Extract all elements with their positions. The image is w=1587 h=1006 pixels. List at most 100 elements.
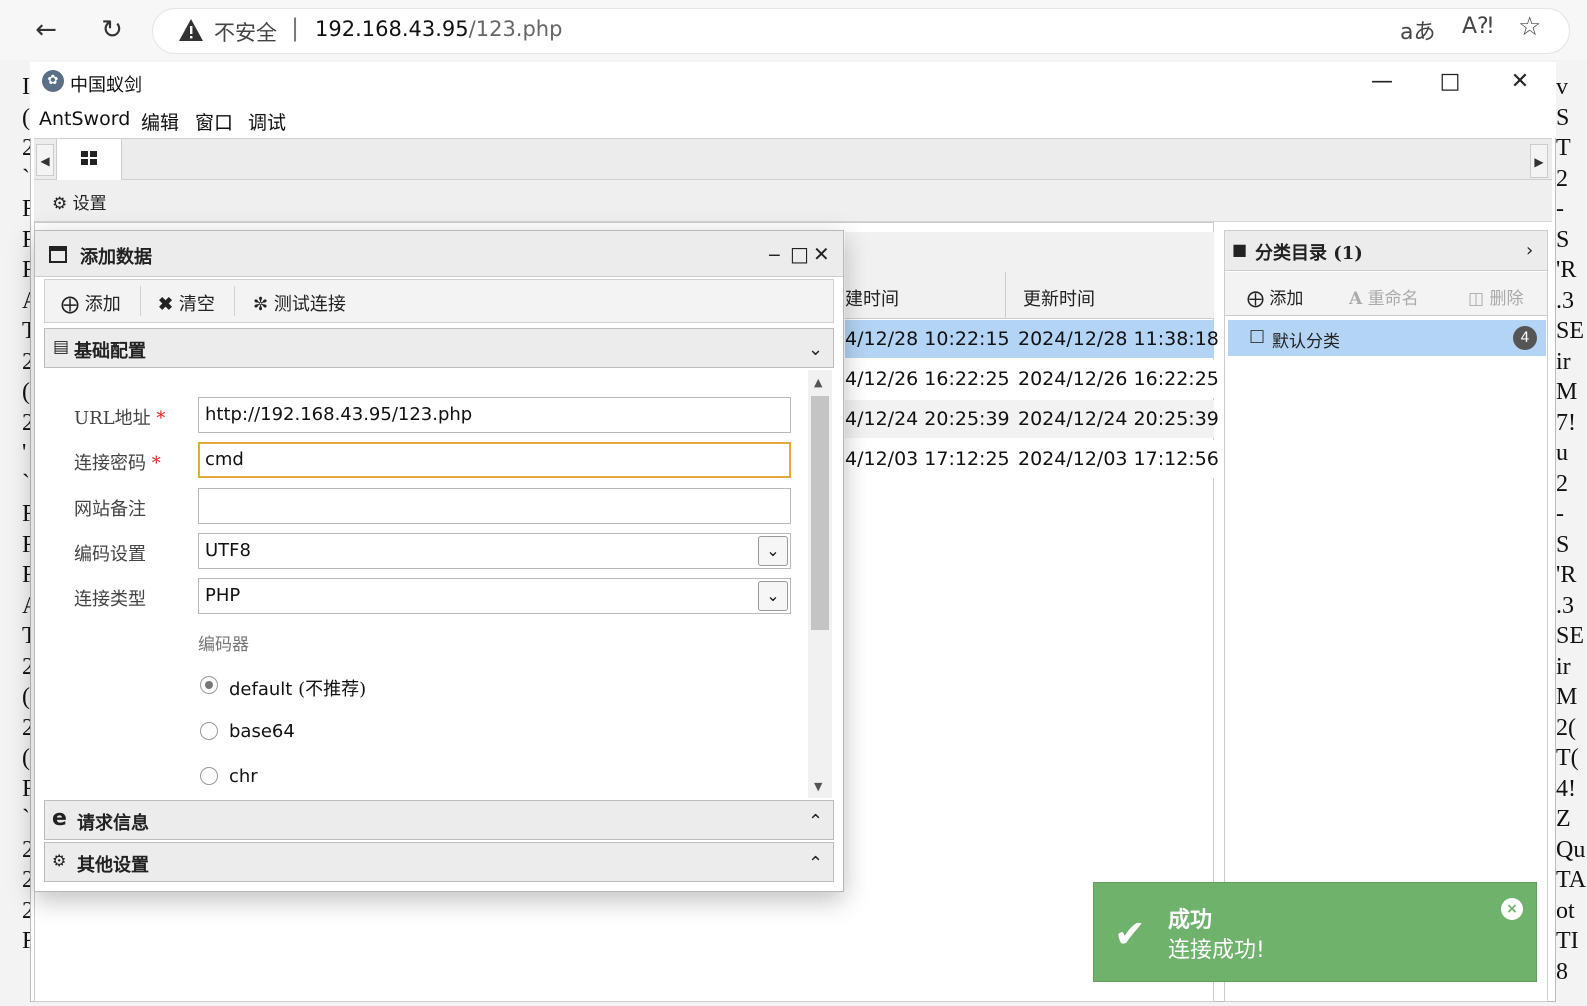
- section-basic-title: 基础配置: [74, 341, 146, 362]
- background-text-line: S: [1556, 226, 1570, 253]
- background-text-line: ir: [1556, 348, 1571, 375]
- encoder-base64-label[interactable]: base64: [229, 721, 295, 742]
- background-text-line: TI: [1556, 928, 1579, 954]
- note-input[interactable]: [198, 488, 791, 524]
- chevron-down-icon[interactable]: ⌄: [758, 536, 788, 566]
- category-add-label: 添加: [1269, 289, 1304, 309]
- background-text-line: .3: [1556, 287, 1574, 314]
- dialog-minimize-icon[interactable]: ‒: [768, 242, 781, 266]
- chevron-up-icon[interactable]: ⌃: [808, 853, 823, 874]
- url-input[interactable]: http://192.168.43.95/123.php: [198, 397, 791, 433]
- toast-close-icon[interactable]: ×: [1501, 898, 1523, 920]
- dialog-close-icon[interactable]: ✕: [813, 242, 830, 266]
- toast-title: 成功: [1168, 908, 1213, 933]
- background-text-line: M: [1556, 684, 1578, 710]
- background-text-line: 7!: [1556, 409, 1576, 436]
- grid-panel-header: [845, 232, 1214, 273]
- section-basic-config[interactable]: [44, 328, 834, 368]
- encoder-chr-label[interactable]: chr: [229, 766, 258, 787]
- scrollbar-thumb[interactable]: [811, 396, 829, 630]
- grid-icon: [81, 151, 97, 165]
- scroll-down-icon[interactable]: ▼: [814, 780, 822, 793]
- encoding-select[interactable]: UTF8: [198, 533, 791, 569]
- encoding-label: 编码设置: [74, 544, 146, 565]
- toast-message: 连接成功!: [1168, 938, 1265, 963]
- reload-icon[interactable]: ↻: [94, 12, 130, 48]
- menu-antsword[interactable]: AntSword: [39, 108, 130, 130]
- type-label: 连接类型: [74, 589, 146, 610]
- dialog-clear-button[interactable]: ✖ 清空: [158, 290, 215, 316]
- main-toolbar: [34, 180, 1552, 222]
- encoder-default-label[interactable]: default (不推荐): [229, 675, 366, 701]
- table-row[interactable]: 4/12/26 16:22:25 2024/12/26 16:22:25: [845, 360, 1219, 398]
- category-title: 分类目录 (1): [1255, 243, 1363, 264]
- minimize-icon[interactable]: —: [1357, 66, 1407, 98]
- translate-icon[interactable]: aあ: [1400, 14, 1435, 46]
- dialog-title-bar[interactable]: [35, 231, 843, 277]
- chevron-down-icon[interactable]: ⌄: [758, 581, 788, 611]
- settings-button[interactable]: ⚙ 设置: [52, 189, 107, 214]
- dialog-maximize-icon[interactable]: □: [790, 242, 809, 266]
- password-label: 连接密码 *: [74, 453, 161, 474]
- tab-scroll-left-icon[interactable]: ◀: [36, 144, 54, 176]
- table-row[interactable]: 4/12/03 17:12:25 2024/12/03 17:12:56: [845, 440, 1219, 478]
- menu-debug[interactable]: 调试: [248, 108, 286, 135]
- ie-icon: e: [52, 806, 67, 831]
- background-text-line: T(: [1556, 745, 1579, 771]
- collapse-panel-icon[interactable]: ›: [1526, 240, 1533, 261]
- close-icon[interactable]: ✕: [1495, 66, 1545, 98]
- toolbar-divider: [234, 286, 235, 316]
- category-delete-label: 删除: [1489, 289, 1524, 309]
- url-label: URL地址 *: [74, 408, 166, 429]
- category-count-badge: 4: [1513, 326, 1537, 350]
- scroll-up-icon[interactable]: ▲: [814, 376, 822, 389]
- column-created-time[interactable]: 建时间: [845, 285, 899, 311]
- test-connection-button[interactable]: ✼ 测试连接: [253, 290, 346, 316]
- cell-created: 4/12/03 17:12:25: [845, 448, 1010, 470]
- background-text-line: 2: [1556, 165, 1568, 192]
- menu-window[interactable]: 窗口: [195, 108, 233, 135]
- background-text-line: 2: [1556, 470, 1568, 497]
- window-title-bar[interactable]: [30, 62, 1556, 104]
- insecure-label[interactable]: 不安全: [214, 17, 277, 47]
- plus-circle-icon: ⨁: [1247, 289, 1264, 309]
- url-text[interactable]: 192.168.43.95/123.php: [315, 17, 562, 41]
- password-input[interactable]: cmd: [198, 442, 791, 478]
- dialog-add-button[interactable]: ⨁ 添加: [61, 290, 121, 316]
- background-text-line: ot: [1556, 897, 1575, 924]
- read-aloud-icon[interactable]: A⁈: [1462, 14, 1493, 39]
- background-text-line: 4!: [1556, 775, 1576, 802]
- category-add-button[interactable]: ⨁ 添加: [1247, 284, 1303, 309]
- tab-home[interactable]: [56, 139, 122, 180]
- note-label: 网站备注: [74, 499, 146, 520]
- menu-edit[interactable]: 编辑: [141, 108, 179, 135]
- category-delete-button[interactable]: ◫ 删除: [1468, 284, 1523, 309]
- background-text-line: 8: [1556, 958, 1568, 985]
- warning-icon[interactable]: [178, 18, 204, 42]
- radio-selected-dot: [205, 681, 213, 689]
- column-updated-time[interactable]: 更新时间: [1023, 285, 1095, 311]
- background-text-line: M: [1556, 379, 1578, 405]
- table-row[interactable]: 4/12/24 20:25:39 2024/12/24 20:25:39: [845, 400, 1219, 438]
- background-text-line: Qu: [1556, 836, 1586, 863]
- chevron-up-icon[interactable]: ⌃: [808, 811, 823, 832]
- chevron-down-icon[interactable]: ⌄: [808, 339, 823, 360]
- favorite-star-icon[interactable]: ☆: [1518, 12, 1541, 42]
- background-text-line: -: [1556, 196, 1564, 222]
- section-other-settings[interactable]: [44, 842, 834, 882]
- section-request-info[interactable]: [44, 800, 834, 840]
- background-text-line: 2(: [1556, 714, 1576, 741]
- tab-scroll-right-icon[interactable]: ▶: [1530, 144, 1548, 178]
- folder-open-icon: □: [1249, 326, 1266, 346]
- maximize-icon[interactable]: □: [1425, 66, 1475, 98]
- category-rename-button[interactable]: A 重命名: [1349, 284, 1419, 309]
- radio-chr[interactable]: [200, 767, 218, 785]
- radio-base64[interactable]: [200, 722, 218, 740]
- back-arrow-icon[interactable]: ←: [28, 12, 64, 48]
- table-row[interactable]: 4/12/28 10:22:15 2024/12/28 11:38:18: [845, 320, 1219, 358]
- type-select[interactable]: PHP: [198, 578, 791, 614]
- background-text-line: SE: [1556, 318, 1585, 344]
- section-other-title: 其他设置: [77, 855, 149, 876]
- background-text-line: 'R: [1556, 257, 1577, 283]
- url-host: 192.168.43.95: [315, 17, 469, 41]
